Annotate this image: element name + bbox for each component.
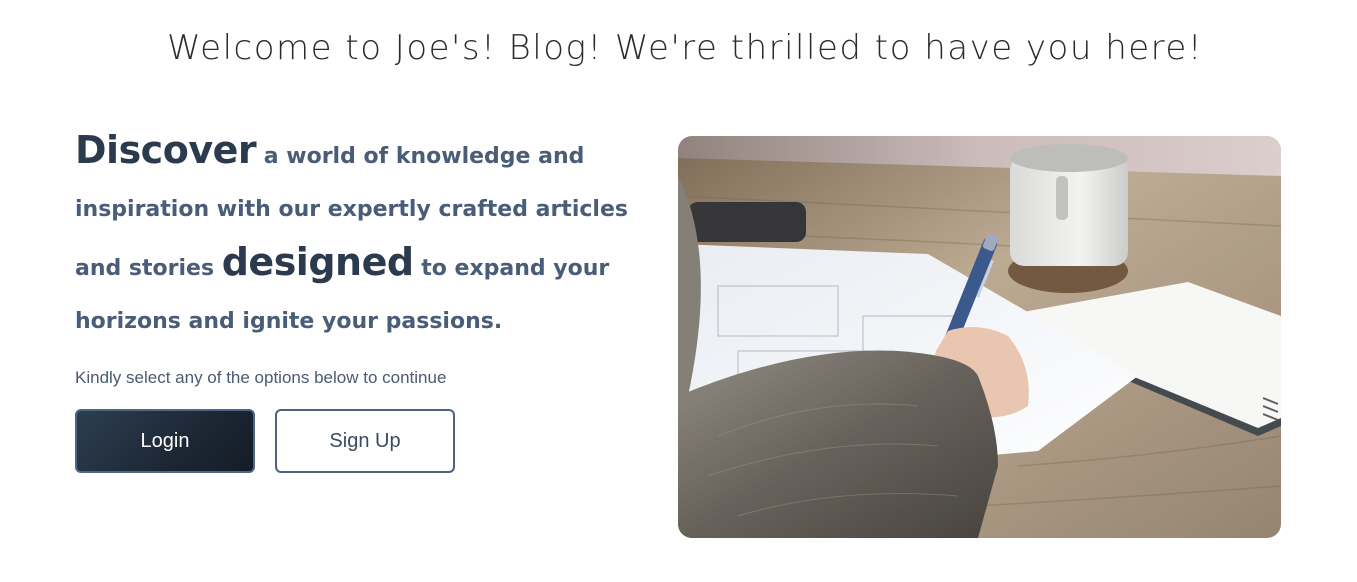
login-button[interactable]: Login	[75, 409, 255, 473]
intro-emphasis-designed: designed	[221, 240, 414, 284]
options-prompt: Kindly select any of the options below t…	[75, 368, 447, 387]
hero-photo	[678, 136, 1281, 538]
login-button-label: Login	[140, 429, 190, 452]
writing-photo-illustration	[678, 136, 1281, 538]
signup-button[interactable]: Sign Up	[275, 409, 455, 473]
signup-button-label: Sign Up	[329, 429, 401, 452]
welcome-heading: Welcome to Joe's! Blog! We're thrilled t…	[167, 28, 1203, 68]
intro-emphasis-discover: Discover	[75, 128, 257, 172]
intro-paragraph: Discover a world of knowledge and inspir…	[75, 124, 635, 348]
